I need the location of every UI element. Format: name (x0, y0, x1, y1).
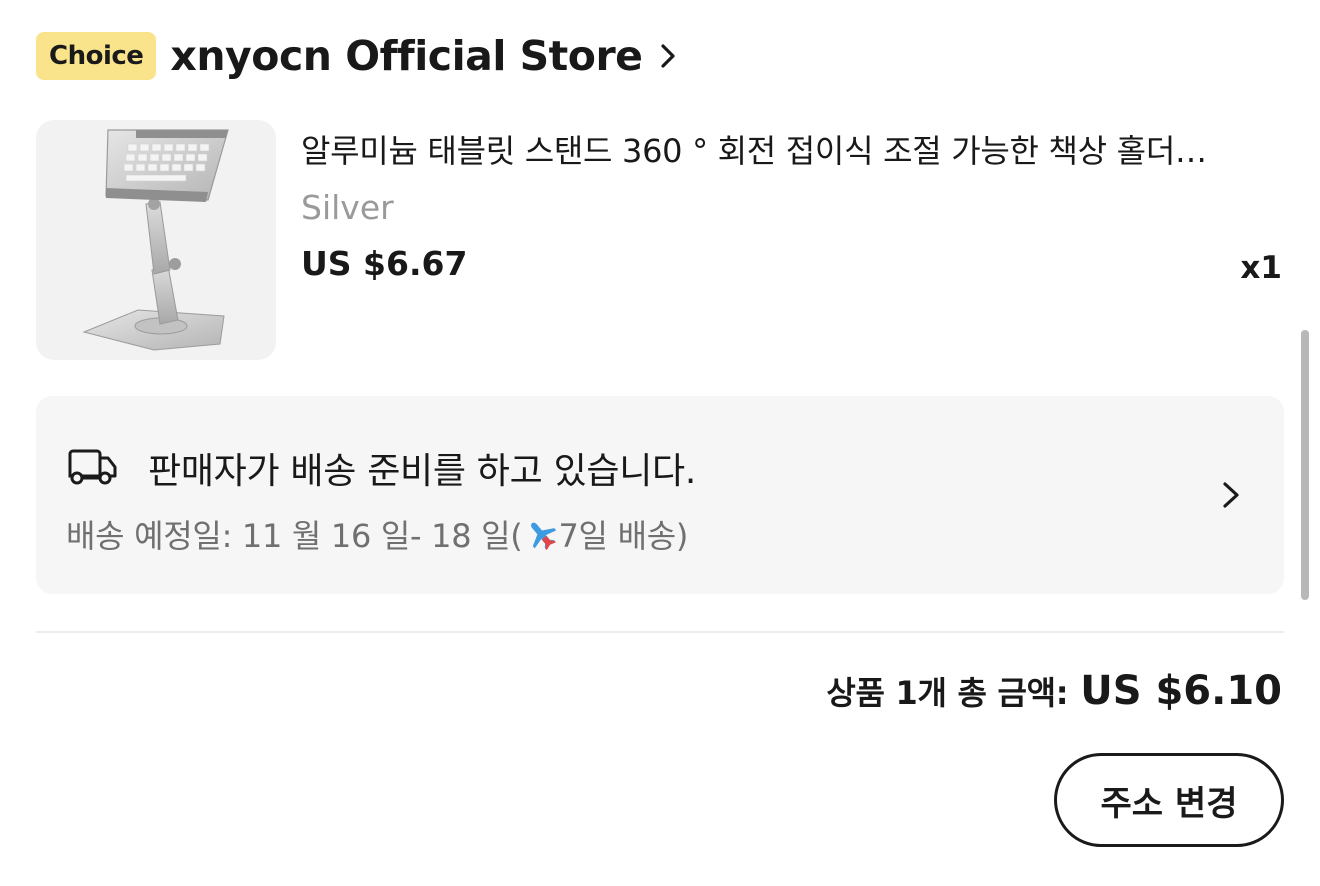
store-header[interactable]: Choice xnyocn Official Store (36, 30, 678, 82)
product-title[interactable]: 알루미늄 태블릿 스탠드 360 ° 회전 접이식 조절 가능한 책상 홀더… (301, 126, 1271, 172)
choice-badge: Choice (36, 32, 157, 80)
total-amount: US $6.10 (1080, 668, 1282, 714)
product-price: US $6.67 (301, 244, 468, 283)
tablet-stand-image (82, 129, 229, 351)
divider (36, 631, 1284, 633)
delivery-estimate: 배송 예정일: 11 월 16 일- 18 일( 7일 배송) (66, 511, 688, 557)
shipping-status-text: 판매자가 배송 준비를 하고 있습니다. (148, 451, 697, 492)
total-label: 상품 1개 총 금액: (826, 674, 1069, 712)
store-name[interactable]: xnyocn Official Store (170, 32, 643, 80)
product-quantity: x1 (1240, 250, 1282, 286)
airplane-icon (530, 522, 556, 551)
product-variant: Silver (301, 188, 394, 227)
shipping-status-card[interactable]: 판매자가 배송 준비를 하고 있습니다. 배송 예정일: 11 월 16 일- … (36, 396, 1284, 594)
product-image[interactable] (36, 120, 276, 360)
truck-icon (68, 449, 117, 485)
order-total: 상품 1개 총 금액: US $6.10 (826, 668, 1282, 714)
delivery-estimate-dates: 배송 예정일: 11 월 16 일- 18 일( (66, 517, 523, 555)
change-address-button[interactable]: 주소 변경 (1054, 753, 1284, 847)
delivery-duration: 7일 배송) (558, 517, 689, 555)
scrollbar[interactable] (1301, 330, 1309, 600)
chevron-right-icon[interactable] (658, 41, 678, 71)
order-page: Choice xnyocn Official Store 알루미늄 태블릿 스탠… (0, 0, 1320, 886)
chevron-right-icon[interactable] (1220, 478, 1242, 512)
